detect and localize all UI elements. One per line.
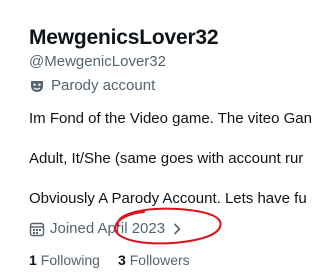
- joined-date[interactable]: Joined April 2023: [29, 220, 182, 237]
- parody-label: Parody account: [51, 77, 156, 94]
- followers-link[interactable]: 3 Followers: [118, 252, 190, 268]
- followers-count: 3: [117, 252, 126, 268]
- following-link[interactable]: 1 Following: [29, 252, 100, 268]
- parody-badge: Parody account: [29, 77, 155, 94]
- following-label: Following: [40, 252, 100, 268]
- display-name: MewgenicsLover32: [29, 26, 219, 49]
- calendar-icon: [29, 222, 45, 236]
- bio-line-1: Im Fond of the Video game. The viteo Gan: [29, 110, 312, 127]
- user-handle: @MewgenicLover32: [29, 53, 166, 70]
- bio-line-2: Adult, It/She (same goes with account ru…: [29, 150, 304, 167]
- parody-mask-icon: [31, 80, 43, 92]
- joined-label: Joined April 2023: [50, 220, 166, 237]
- avatar[interactable]: [60, 0, 120, 4]
- followers-label: Followers: [129, 252, 190, 268]
- bio-line-3: Obviously A Parody Account. Lets have fu: [29, 190, 307, 207]
- follow-stats: 1 Following 3 Followers: [29, 252, 190, 268]
- chevron-right-icon: [174, 222, 181, 235]
- following-count: 1: [29, 252, 37, 268]
